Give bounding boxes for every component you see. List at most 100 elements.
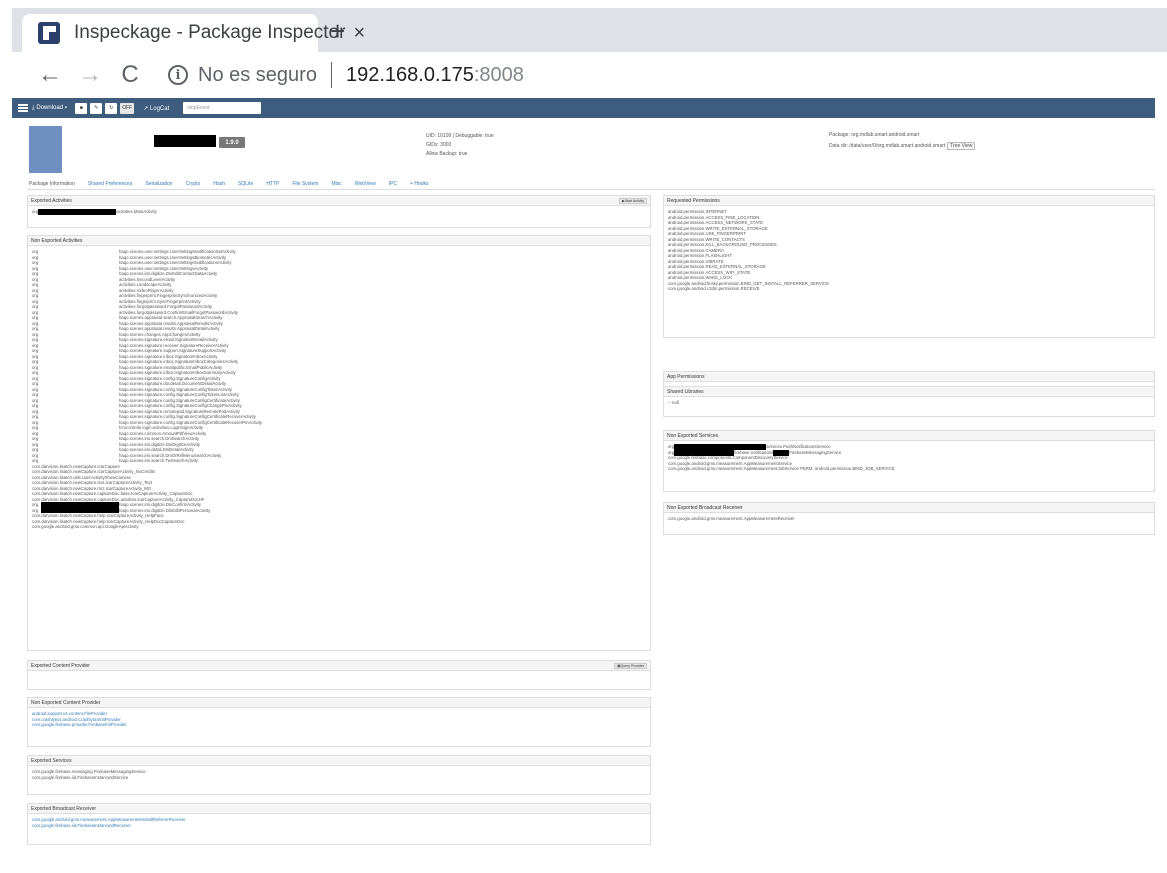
menu-icon[interactable]	[18, 104, 28, 112]
back-arrow-icon[interactable]: ←	[30, 61, 70, 89]
gid-info: GIDs: 3003	[426, 142, 452, 148]
panel-title: Non Exported Broadcast Receiver	[667, 504, 743, 511]
tab-ipc[interactable]: IPC	[389, 181, 397, 187]
list-item: com.google.android.c2dm.permission.RECEI…	[668, 286, 760, 291]
tab-package-information[interactable]: Package Information	[29, 181, 75, 187]
browser-chrome: Inspeckage - Package Inspector × + ← → C…	[12, 8, 1167, 98]
panel-title: Requested Permissions	[667, 197, 720, 204]
panel-title: Non Exported Services	[667, 432, 719, 439]
hook-filter-input[interactable]: stopEvent	[183, 102, 262, 114]
panel-heading: Non Exported Activities	[28, 236, 650, 246]
panel-heading: Exported Activities ▶ Start Activity	[28, 196, 650, 206]
tab-hooks[interactable]: + Hooks	[410, 181, 428, 187]
query-provider-label: Query Provider	[620, 664, 644, 668]
panel-body: -- null	[664, 397, 1154, 409]
start-activity-button[interactable]: ▶ Start Activity	[619, 198, 647, 204]
panel-body: org services.PushNotificationsService org…	[664, 441, 1154, 475]
browser-toolbar: ← → C i No es seguro 192.168.0.175 :8008	[12, 52, 1167, 98]
tab-crypto[interactable]: Crypto	[186, 181, 201, 187]
panel-body: android.permission.INTERNET android.permi…	[664, 206, 1154, 295]
tree-view-button[interactable]: Tree View	[947, 142, 976, 150]
refresh-icon: ↻	[109, 105, 114, 111]
tab-shared-preferences[interactable]: Shared Preferences	[88, 181, 132, 187]
tab-http[interactable]: HTTP	[266, 181, 279, 187]
panel-heading: Exported Services	[28, 756, 650, 766]
pencil-icon: ✎	[94, 105, 99, 111]
uid-info: UID: 10109 | Debuggable: true	[426, 133, 494, 139]
refresh-button[interactable]: ↻	[105, 102, 118, 114]
panel-heading: Non Exported Services	[664, 431, 1154, 441]
camera-button[interactable]: ■	[75, 102, 88, 114]
non-exported-broadcast-receiver-panel: Non Exported Broadcast Receiver com.goog…	[663, 502, 1155, 535]
panel-heading: Non Exported Content Provider	[28, 698, 650, 708]
app-navbar: ⤓ Download ▾ ■ ✎ ↻ OFF ↗ LogCat stopEven…	[12, 98, 1155, 118]
browser-tab[interactable]: Inspeckage - Package Inspector ×	[22, 14, 365, 52]
security-label: No es seguro	[198, 63, 317, 86]
close-tab-icon[interactable]: ×	[353, 22, 365, 45]
forward-arrow-icon[interactable]: →	[70, 61, 110, 89]
tab-file-system[interactable]: File System	[292, 181, 318, 187]
panel-heading: Exported Broadcast Receiver	[28, 804, 650, 814]
panel-title: Non Exported Activities	[31, 237, 83, 244]
tab-sqlite[interactable]: SQLite	[238, 181, 253, 187]
external-link-icon: ↗	[143, 105, 150, 112]
service-suffix: FirebaseMessagingService	[789, 449, 842, 455]
logcat-label: LogCat	[149, 105, 170, 112]
tab-serialization[interactable]: Serialization	[145, 181, 172, 187]
activity-name: activities.MainActivity	[116, 209, 157, 214]
service-name: firebase.notifications	[734, 449, 774, 455]
exported-content-provider-panel: Exported Content Provider ▦ Query Provide…	[27, 660, 651, 690]
list-item: com.google.firebase.iid.FirebaseInstance…	[32, 774, 129, 780]
tab-title: Inspeckage - Package Inspector	[74, 22, 346, 43]
inspector-tabs: Package Information Shared Preferences Ser…	[29, 181, 442, 187]
list-item[interactable]: com.google.firebase.iid.FirebaseInstance…	[32, 823, 646, 829]
list-item[interactable]: com.google.firebase.provider.FirebaseIni…	[32, 722, 646, 728]
url-host: 192.168.0.175	[345, 63, 474, 86]
panel-body: org activities.MainActivity	[28, 206, 650, 218]
panel-heading: App Permissions	[664, 372, 1154, 382]
address-bar[interactable]: i No es seguro 192.168.0.175 :8008	[160, 58, 524, 92]
inspeckage-favicon-icon	[38, 22, 60, 44]
panel-heading: Shared Libraries	[664, 387, 1154, 397]
tab-strip: Inspeckage - Package Inspector × +	[12, 8, 1167, 52]
reload-icon[interactable]: C	[110, 61, 150, 89]
panel-title: Shared Libraries	[667, 388, 704, 395]
requested-permissions-panel: Requested Permissions android.permission…	[663, 195, 1155, 338]
version-badge: 1.9.0	[219, 137, 245, 148]
panel-title: Exported Activities	[31, 197, 72, 204]
list-item: com.google.android.gms.common.api.Google…	[32, 524, 139, 529]
panel-body: com.google.android.gms.measurement.AppMe…	[664, 513, 1154, 525]
panel-title: Exported Services	[31, 757, 72, 764]
redacted-app-name	[154, 135, 216, 147]
panel-body: android.support.v4.content.FileProvider c…	[28, 708, 650, 731]
query-provider-button[interactable]: ▦ Query Provider	[614, 663, 647, 669]
address-separator	[330, 62, 332, 88]
panel-title: Non Exported Content Provider	[31, 699, 101, 706]
non-exported-activities-panel: Non Exported Activities org haqo.scenes.u…	[27, 235, 651, 651]
download-menu[interactable]: ⤓ Download ▾	[32, 105, 67, 112]
tab-webview[interactable]: WebView	[355, 181, 376, 187]
info-icon[interactable]: i	[168, 65, 188, 85]
service-list: com.google.firebase.components.Component…	[668, 455, 1150, 472]
app-icon	[29, 126, 62, 173]
shared-libraries-panel: Shared Libraries -- null	[663, 386, 1155, 417]
redacted-text	[38, 209, 117, 215]
off-toggle[interactable]: OFF	[120, 102, 135, 114]
list-item: -- null	[668, 400, 679, 405]
data-dir-text: Data dir: /data/user/0/org.mdlab.smart.a…	[829, 143, 946, 149]
panel-title: Exported Broadcast Receiver	[31, 805, 97, 812]
download-label: Download	[36, 104, 64, 111]
edit-button[interactable]: ✎	[90, 102, 103, 114]
panel-body: org haqo.scenes.user.settings.UserSetting…	[28, 246, 650, 533]
allow-backup-info: Allow Backup: true	[426, 151, 468, 157]
tab-hash[interactable]: Hash	[213, 181, 225, 187]
non-exported-services-panel: Non Exported Services org services.PushNo…	[663, 430, 1155, 492]
new-tab-icon[interactable]: +	[330, 18, 345, 44]
tab-misc[interactable]: Misc	[332, 181, 342, 187]
list-item: com.google.android.gms.measurement.AppMe…	[668, 516, 795, 521]
list-item: org activities.MainActivity	[32, 209, 646, 215]
exported-broadcast-receiver-panel: Exported Broadcast Receiver com.google.a…	[27, 803, 651, 845]
logcat-link[interactable]: ↗ LogCat	[143, 105, 169, 112]
panel-heading: Non Exported Broadcast Receiver	[664, 503, 1154, 513]
non-exported-content-provider-panel: Non Exported Content Provider android.su…	[27, 697, 651, 747]
